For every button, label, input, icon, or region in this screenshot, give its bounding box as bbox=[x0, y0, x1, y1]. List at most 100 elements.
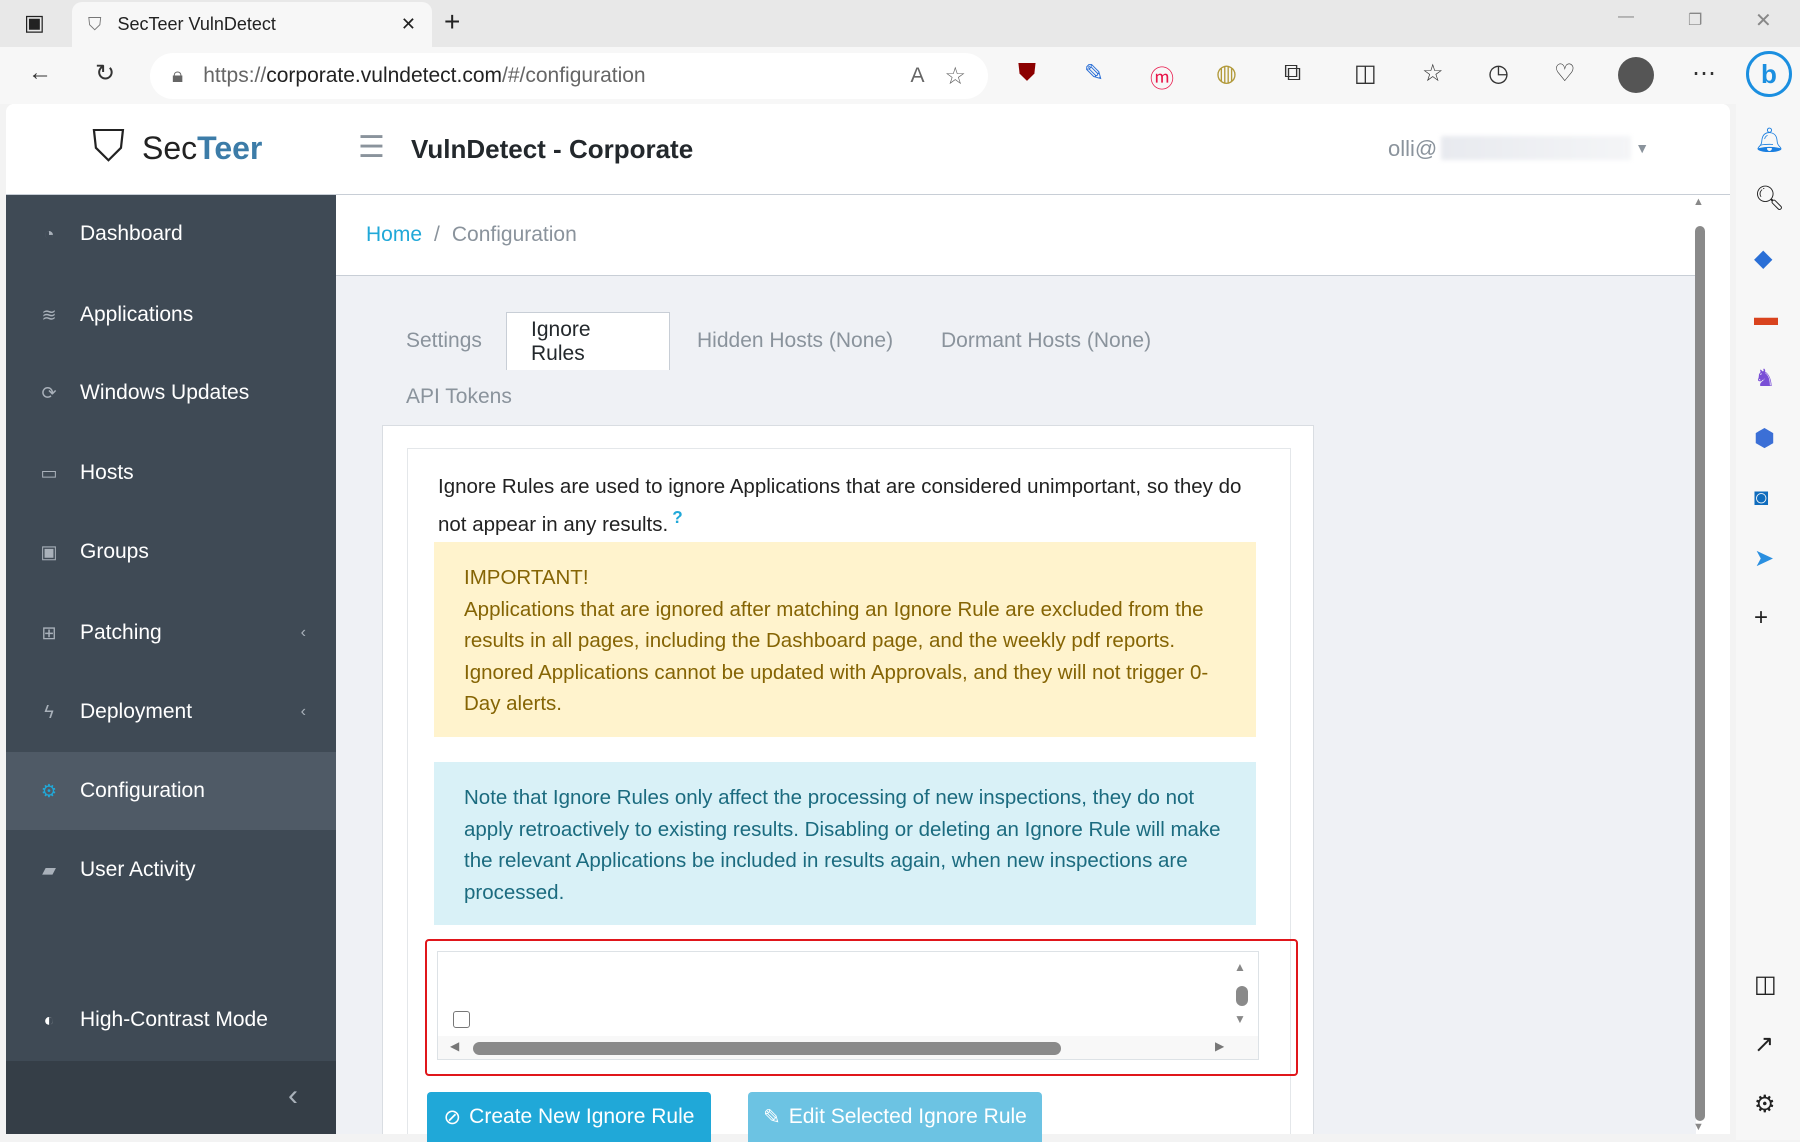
group-icon: ▣ bbox=[40, 541, 58, 562]
copilot-icon[interactable]: b bbox=[1746, 51, 1792, 97]
tab-dormant-hosts[interactable]: Dormant Hosts (None) bbox=[917, 312, 1175, 370]
games-icon[interactable]: ♞ bbox=[1754, 364, 1776, 393]
sidebar-layout-icon[interactable]: ◫ bbox=[1754, 970, 1777, 999]
favorite-star-icon[interactable]: ☆ bbox=[944, 62, 966, 91]
extension-key-icon[interactable]: ◍ bbox=[1216, 59, 1237, 88]
label: Create New Ignore Rule bbox=[469, 1105, 695, 1128]
address-row: ← ↻ 🔒︎ https://corporate.vulndetect.com/… bbox=[0, 47, 1800, 104]
sidebar-item-windows-updates[interactable]: ⟳ Windows Updates bbox=[6, 354, 336, 432]
grid-vscroll-thumb[interactable] bbox=[1236, 986, 1248, 1006]
caret-down-icon: ▼ bbox=[1635, 140, 1650, 156]
tab-hidden-hosts[interactable]: Hidden Hosts (None) bbox=[673, 312, 917, 370]
back-icon[interactable]: ← bbox=[28, 59, 52, 87]
label: User Activity bbox=[80, 858, 196, 881]
read-aloud-icon[interactable]: A bbox=[910, 64, 924, 88]
scroll-down-icon[interactable]: ▼ bbox=[1693, 1121, 1704, 1133]
history-icon[interactable]: ◷ bbox=[1488, 59, 1509, 88]
select-all-checkbox[interactable] bbox=[453, 1011, 470, 1028]
tools-icon[interactable]: ▬ bbox=[1754, 304, 1778, 332]
tab-api-tokens[interactable]: API Tokens bbox=[382, 368, 536, 426]
add-icon[interactable]: + bbox=[1754, 604, 1768, 632]
browser-tab-bar: ▣ ⛉ SecTeer VulnDetect ✕ + — ❐ ✕ bbox=[0, 0, 1800, 47]
split-screen-icon[interactable]: ◫ bbox=[1354, 59, 1377, 88]
minimize-icon[interactable]: — bbox=[1618, 8, 1634, 26]
open-external-icon[interactable]: ↗ bbox=[1754, 1030, 1774, 1059]
browser-tab[interactable]: ⛉ SecTeer VulnDetect ✕ bbox=[72, 2, 432, 47]
profile-avatar[interactable] bbox=[1618, 57, 1654, 93]
ublock-icon[interactable]: ⛊ bbox=[1018, 59, 1036, 87]
restore-icon[interactable]: ❐ bbox=[1688, 10, 1702, 30]
chevron-left-icon: ‹ bbox=[300, 703, 306, 720]
secteer-favicon-icon: ⛉ bbox=[88, 14, 102, 34]
breadcrumb: Home / Configuration bbox=[336, 195, 1696, 276]
scroll-thumb[interactable] bbox=[1695, 226, 1705, 1121]
plus-square-icon: ⊞ bbox=[41, 622, 57, 643]
high-contrast-toggle[interactable]: ◐ High-Contrast Mode bbox=[6, 981, 336, 1059]
page-scrollbar[interactable]: ▲ ▼ bbox=[1693, 196, 1707, 1134]
grid-scroll-right-icon[interactable]: ▶ bbox=[1215, 1039, 1224, 1053]
sidebar-item-hosts[interactable]: ▭ Hosts bbox=[6, 434, 336, 512]
search-icon[interactable]: 🔍︎ bbox=[1754, 184, 1784, 213]
settings-gear-icon[interactable]: ⚙ bbox=[1754, 1090, 1776, 1119]
user-email: olli@ bbox=[1388, 136, 1438, 161]
intro-text: Ignore Rules are used to ignore Applicat… bbox=[438, 475, 1242, 536]
edge-sidebar: 🔔︎ 🔍︎ ◆ ▬ ♞ ⬢ ◙ ➤ + ◫ ↗ ⚙ bbox=[1736, 104, 1800, 1140]
sidebar-item-groups[interactable]: ▣ Groups bbox=[6, 513, 336, 591]
sidebar: ◔ Dashboard ≋ Applications ⟳ Windows Update… bbox=[6, 195, 336, 1134]
edit-ignore-rule-button[interactable]: ✎ Edit Selected Ignore Rule bbox=[748, 1092, 1042, 1142]
label: Edit Selected Ignore Rule bbox=[788, 1105, 1027, 1128]
label: Applications bbox=[80, 303, 194, 326]
user-menu[interactable]: olli@ ▼ bbox=[1388, 136, 1649, 162]
label: Patching bbox=[80, 621, 162, 644]
extension-m-icon[interactable]: ⓜ bbox=[1150, 59, 1174, 94]
sidebar-item-deployment[interactable]: ϟ Deployment ‹ bbox=[6, 673, 336, 751]
close-window-icon[interactable]: ✕ bbox=[1755, 8, 1772, 33]
grid-hscroll-thumb[interactable] bbox=[473, 1042, 1061, 1055]
label: High-Contrast Mode bbox=[80, 1008, 268, 1031]
tab-settings[interactable]: Settings bbox=[382, 312, 506, 370]
eye-slash-icon: ⊘ bbox=[443, 1105, 462, 1129]
send-icon[interactable]: ➤ bbox=[1754, 544, 1774, 573]
breadcrumb-current: Configuration bbox=[451, 223, 577, 246]
extension-blue-icon[interactable]: ✎ bbox=[1084, 59, 1104, 88]
sidebar-item-user-activity[interactable]: ▰ User Activity bbox=[6, 831, 336, 909]
microsoft365-icon[interactable]: ⬢ bbox=[1754, 424, 1775, 453]
breadcrumb-home[interactable]: Home bbox=[366, 223, 422, 247]
grid-scroll-down-icon[interactable]: ▼ bbox=[1234, 1012, 1246, 1026]
sidebar-item-dashboard[interactable]: ◔ Dashboard bbox=[6, 195, 336, 273]
ignore-rules-grid: ▲ ▼ ◀ ▶ bbox=[437, 951, 1259, 1060]
help-link[interactable]: ? bbox=[672, 508, 682, 527]
tab-ignore-rules[interactable]: Ignore Rules bbox=[506, 312, 670, 370]
book-icon: ▰ bbox=[42, 859, 56, 880]
shopping-tag-icon[interactable]: ◆ bbox=[1754, 244, 1772, 273]
gear-icon: ⚙ bbox=[40, 780, 58, 801]
warning-alert: IMPORTANT! Applications that are ignored… bbox=[434, 542, 1256, 737]
notifications-bell-icon[interactable]: 🔔︎ bbox=[1754, 126, 1784, 155]
menu-toggle-icon[interactable]: ☰ bbox=[358, 130, 385, 165]
scroll-up-icon[interactable]: ▲ bbox=[1693, 196, 1704, 208]
secteer-logo-icon: ⛉ bbox=[92, 122, 125, 171]
sidebar-item-patching[interactable]: ⊞ Patching ‹ bbox=[6, 594, 336, 672]
extensions-icon[interactable]: ⧉ bbox=[1284, 59, 1301, 87]
collapse-sidebar-icon[interactable]: ‹ bbox=[288, 1079, 298, 1113]
label: Hosts bbox=[80, 461, 134, 484]
grid-scroll-up-icon[interactable]: ▲ bbox=[1234, 960, 1246, 974]
warning-body: Applications that are ignored after matc… bbox=[464, 597, 1209, 716]
close-tab-icon[interactable]: ✕ bbox=[401, 14, 416, 35]
address-bar[interactable]: 🔒︎ https://corporate.vulndetect.com/#/co… bbox=[150, 53, 988, 99]
create-ignore-rule-button[interactable]: ⊘ Create New Ignore Rule bbox=[427, 1092, 711, 1142]
bolt-icon: ϟ bbox=[44, 701, 54, 722]
sidebar-item-configuration[interactable]: ⚙ Configuration bbox=[6, 752, 336, 830]
outlook-icon[interactable]: ◙ bbox=[1754, 484, 1769, 512]
favorites-icon[interactable]: ☆ bbox=[1422, 59, 1444, 88]
reload-icon[interactable]: ↻ bbox=[95, 59, 115, 88]
tab-actions-icon[interactable]: ▣ bbox=[24, 10, 45, 36]
grid-scroll-left-icon[interactable]: ◀ bbox=[450, 1039, 459, 1053]
contrast-icon: ◐ bbox=[43, 1009, 55, 1030]
more-icon[interactable]: ⋯ bbox=[1692, 59, 1716, 88]
browser-essentials-icon[interactable]: ♡ bbox=[1554, 59, 1576, 88]
grid-hscrollbar[interactable]: ◀ ▶ bbox=[438, 1036, 1258, 1059]
new-tab-icon[interactable]: + bbox=[444, 6, 460, 38]
sidebar-item-applications[interactable]: ≋ Applications bbox=[6, 276, 336, 354]
label: Groups bbox=[80, 540, 149, 563]
